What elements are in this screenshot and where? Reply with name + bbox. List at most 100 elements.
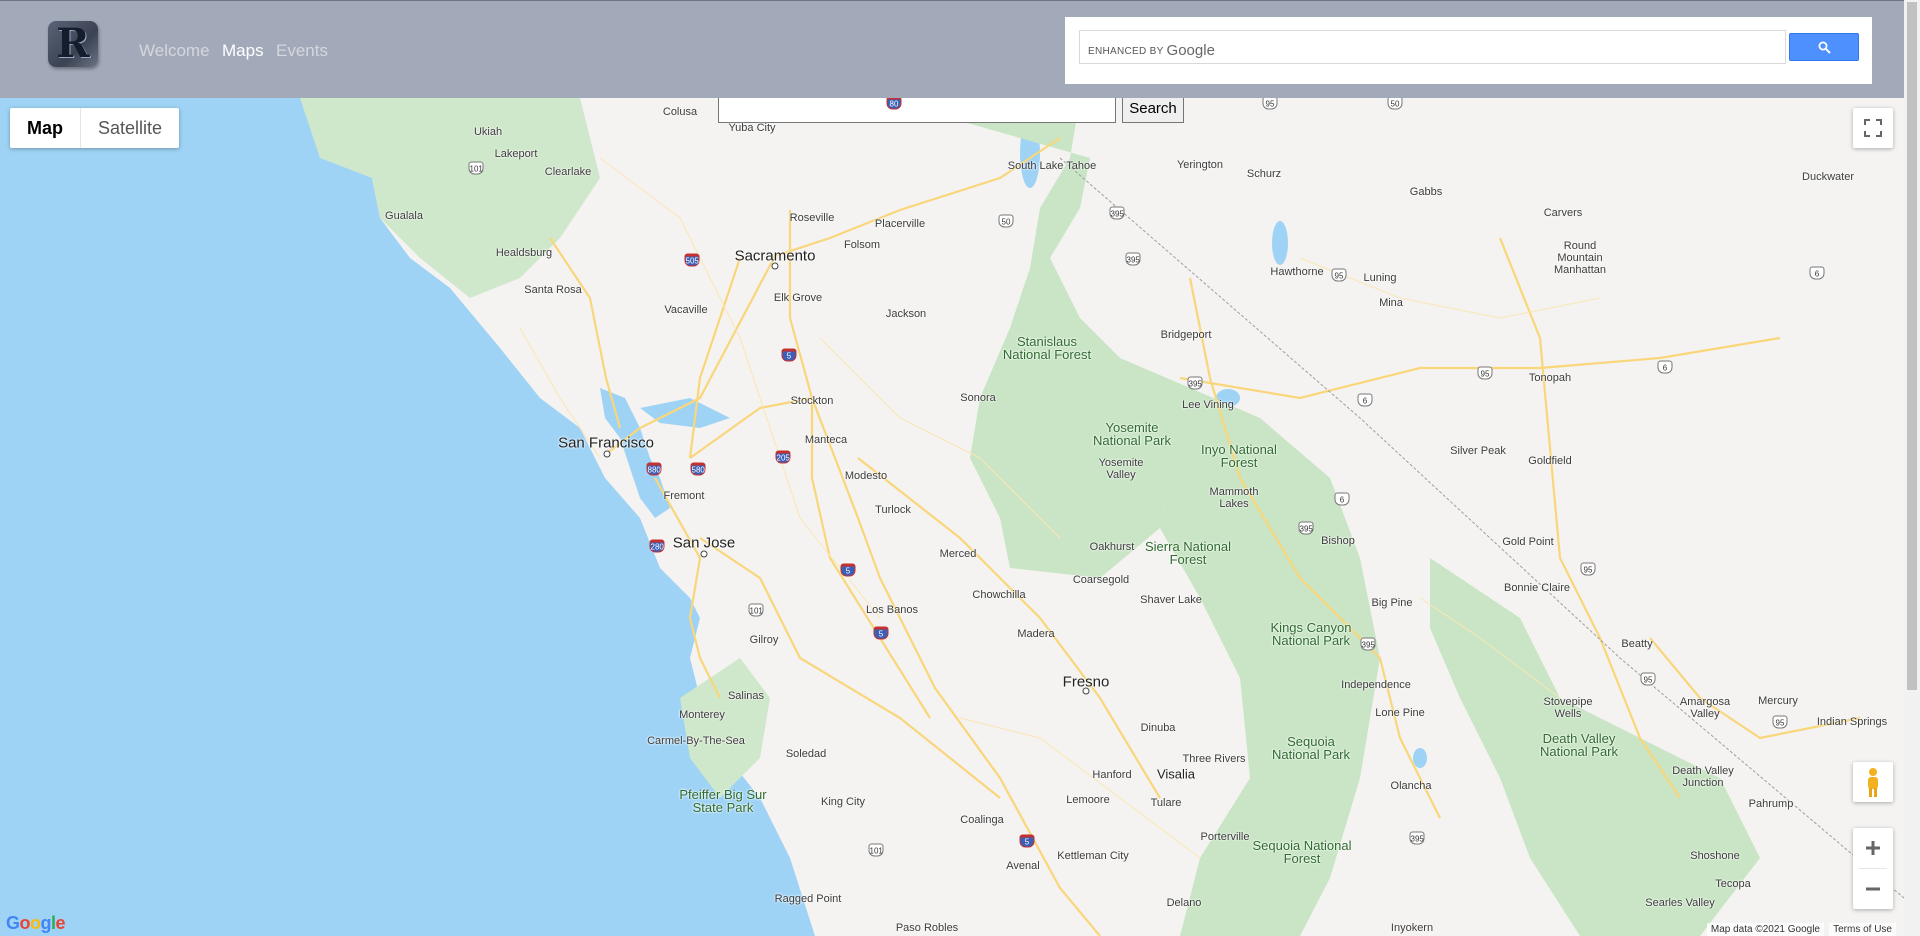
city-label: Manteca xyxy=(804,434,848,446)
zoom-out-button[interactable] xyxy=(1853,869,1893,909)
us-route-shield: 95 xyxy=(1262,98,1278,110)
city-label: Shoshone xyxy=(1690,850,1740,862)
city-label: Turlock xyxy=(875,504,911,516)
city-label: Hanford xyxy=(1092,769,1132,781)
city-dot xyxy=(603,450,611,458)
city-label: San Francisco xyxy=(558,434,654,452)
logo-letter: R xyxy=(56,20,90,67)
city-label: Round Mountain Manhattan xyxy=(1554,240,1606,276)
google-custom-search: ENHANCED BY Google xyxy=(1065,17,1872,84)
city-label: Monterey xyxy=(679,709,725,721)
map-canvas[interactable]: Map Satellite Search San Francisco San J… xyxy=(0,98,1904,936)
city-label: Colusa xyxy=(662,106,698,118)
google-search-button[interactable] xyxy=(1789,33,1859,61)
page-scrollbar[interactable] xyxy=(1904,0,1920,936)
city-label: South Lake Tahoe xyxy=(1007,160,1097,172)
nav-maps-link[interactable]: Maps xyxy=(222,41,264,61)
city-dot xyxy=(771,262,779,270)
city-label: Ragged Point xyxy=(774,893,842,905)
scrollbar-thumb[interactable] xyxy=(1907,2,1917,690)
city-label: Hawthorne xyxy=(1270,266,1324,278)
city-label: Independence xyxy=(1341,679,1411,691)
city-dot xyxy=(1082,687,1090,695)
city-label: Searles Valley xyxy=(1645,897,1715,909)
city-label: Visalia xyxy=(1156,766,1196,782)
us-route-shield: 101 xyxy=(868,843,884,857)
fullscreen-button[interactable] xyxy=(1853,108,1893,148)
nav-events-link[interactable]: Events xyxy=(276,41,328,61)
us-route-shield: 395 xyxy=(1298,521,1314,535)
city-label: Carvers xyxy=(1543,207,1583,219)
us-route-shield: 6 xyxy=(1357,393,1373,407)
city-label: Clearlake xyxy=(544,166,592,178)
city-label: Coalinga xyxy=(960,814,1004,826)
zoom-control xyxy=(1853,828,1893,909)
city-label: Jackson xyxy=(885,308,927,320)
interstate-shield: 505 xyxy=(684,253,700,267)
street-view-pegman[interactable] xyxy=(1853,762,1893,802)
zoom-in-button[interactable] xyxy=(1853,828,1893,868)
site-logo[interactable]: R xyxy=(48,21,98,67)
google-search-input[interactable]: ENHANCED BY Google xyxy=(1079,30,1786,64)
us-route-shield: 95 xyxy=(1331,268,1347,282)
city-label: Chowchilla xyxy=(972,589,1026,601)
top-navbar: R Welcome Maps Events ENHANCED BY Google xyxy=(0,0,1904,98)
city-label: Tecopa xyxy=(1715,878,1751,890)
city-label: Merced xyxy=(939,548,977,560)
us-route-shield: 101 xyxy=(748,603,764,617)
interstate-shield: 5 xyxy=(781,348,797,362)
city-label: Shaver Lake xyxy=(1140,594,1202,606)
map-type-map-button[interactable]: Map xyxy=(10,108,81,148)
city-label: Bonnie Claire xyxy=(1503,582,1571,594)
city-label: Fremont xyxy=(663,490,705,502)
city-label: Tonopah xyxy=(1528,372,1572,384)
city-label: Dinuba xyxy=(1140,722,1176,734)
map-type-satellite-button[interactable]: Satellite xyxy=(81,108,179,148)
google-brand: Google xyxy=(1166,42,1215,59)
city-label: Modesto xyxy=(844,470,888,482)
search-icon xyxy=(1818,41,1831,54)
city-label: Gilroy xyxy=(749,634,779,646)
terms-link[interactable]: Terms of Use xyxy=(1829,923,1896,936)
city-label: Yuba City xyxy=(728,122,776,134)
map-search-input[interactable] xyxy=(718,98,1116,123)
map-type-control: Map Satellite xyxy=(10,108,180,148)
park-label: Kings Canyon National Park xyxy=(1270,620,1352,648)
city-label: Lemoore xyxy=(1066,794,1110,806)
nav-welcome-link[interactable]: Welcome xyxy=(139,41,210,61)
city-label: Yerington xyxy=(1176,159,1224,171)
minus-icon xyxy=(1866,887,1880,891)
city-label: Avenal xyxy=(1006,860,1040,872)
city-label: Folsom xyxy=(843,239,881,251)
city-label: Lone Pine xyxy=(1375,707,1425,719)
enhanced-by-text: ENHANCED BY xyxy=(1088,46,1164,57)
city-label: Indian Springs xyxy=(1816,716,1888,728)
city-label: Luning xyxy=(1363,272,1397,284)
city-label: Tulare xyxy=(1150,797,1182,809)
fullscreen-icon xyxy=(1864,119,1882,137)
city-label: Elk Grove xyxy=(773,292,823,304)
park-label: Sequoia National Park xyxy=(1271,734,1351,762)
city-label: Healdsburg xyxy=(495,247,553,259)
city-label: Mina xyxy=(1379,297,1403,309)
city-label: King City xyxy=(820,796,866,808)
city-label: Oakhurst xyxy=(1089,541,1135,553)
map-search-button[interactable]: Search xyxy=(1122,98,1184,123)
city-label: Amargosa Valley xyxy=(1679,696,1731,720)
city-label: Vacaville xyxy=(664,304,708,316)
city-label: Coarsegold xyxy=(1072,574,1130,586)
city-label: Porterville xyxy=(1200,831,1250,843)
us-route-shield: 395 xyxy=(1109,206,1125,220)
interstate-shield: 5 xyxy=(1019,834,1035,848)
city-label: Los Banos xyxy=(866,604,918,616)
city-label: Ukiah xyxy=(473,126,503,138)
city-label: Kettleman City xyxy=(1057,850,1129,862)
google-logo[interactable]: Google xyxy=(6,913,66,934)
park-label: Stanislaus National Forest xyxy=(1002,334,1092,362)
us-route-shield: 95 xyxy=(1477,366,1493,380)
city-label: Placerville xyxy=(874,218,926,230)
us-route-shield: 95 xyxy=(1580,562,1596,576)
city-label: Schurz xyxy=(1246,168,1282,180)
city-label: Madera xyxy=(1017,628,1055,640)
us-route-shield: 395 xyxy=(1360,637,1376,651)
